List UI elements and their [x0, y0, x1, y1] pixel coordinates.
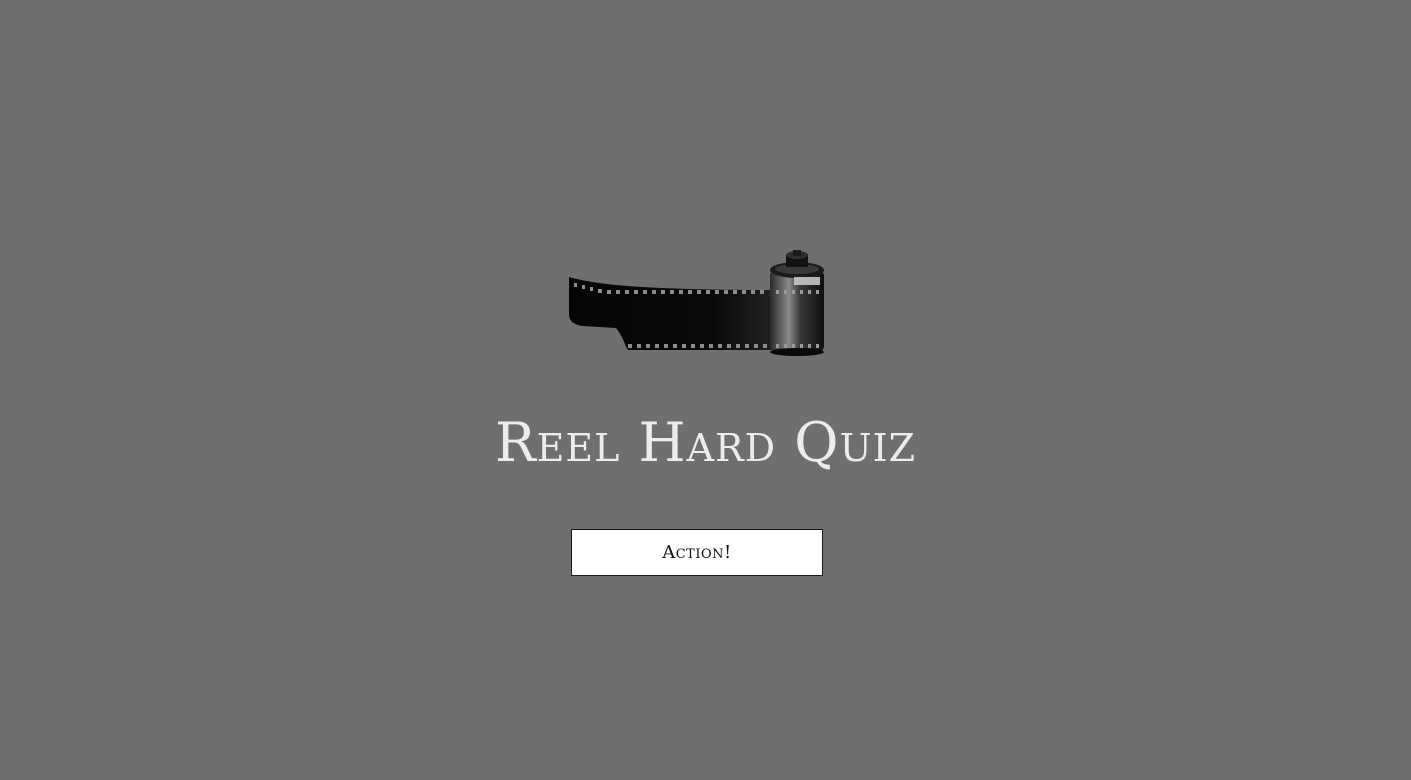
page-title: Reel Hard Quiz — [494, 411, 917, 474]
film-reel-icon — [566, 250, 828, 360]
start-quiz-button[interactable]: Action! — [571, 529, 823, 576]
